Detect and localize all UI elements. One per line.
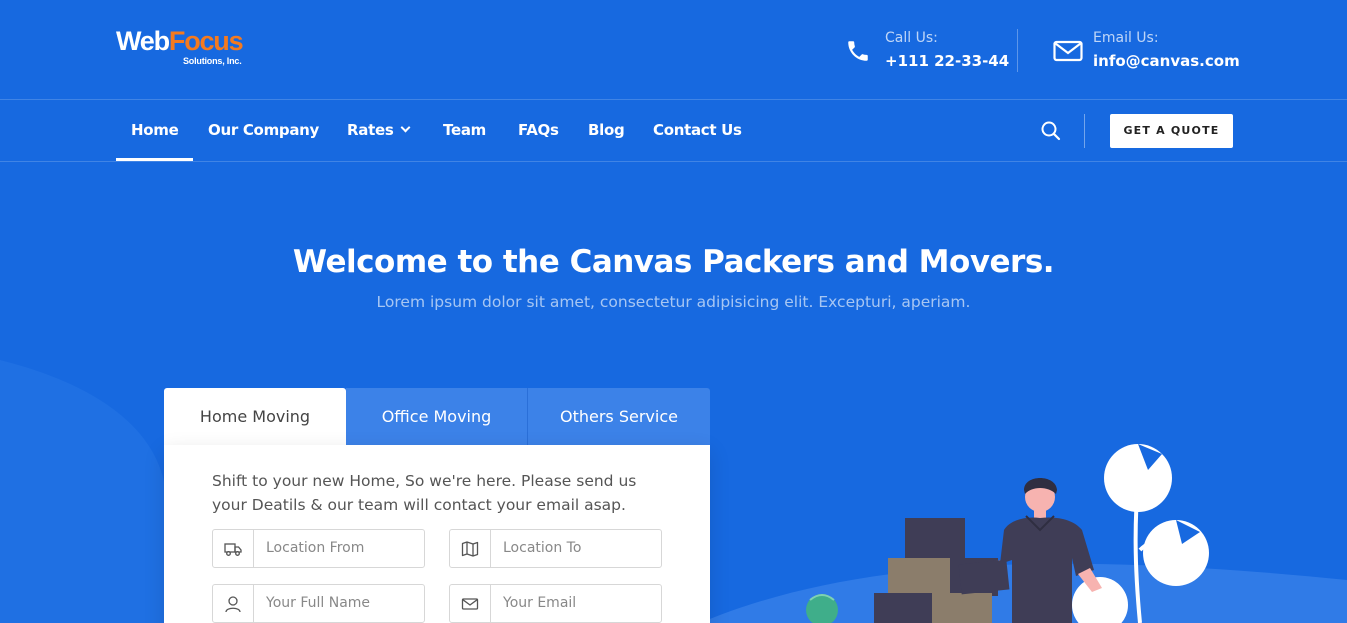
tab-others-service[interactable]: Others Service [528, 388, 710, 445]
logo-subtitle: Solutions, Inc. [183, 56, 242, 66]
phone-number[interactable]: +111 22-33-44 [885, 52, 1009, 70]
user-icon [213, 585, 254, 622]
truck-icon [213, 530, 254, 567]
header-divider [1017, 29, 1018, 72]
email-field[interactable]: Your Email [449, 584, 662, 623]
form-body: Shift to your new Home, So we're here. P… [164, 445, 710, 623]
chevron-down-icon [401, 122, 411, 133]
call-us-label: Call Us: [885, 30, 938, 46]
email-us-block[interactable]: Email Us: info@canvas.com [1053, 30, 1243, 74]
tab-office-moving[interactable]: Office Moving [346, 388, 528, 445]
logo[interactable]: WebFocus Solutions, Inc. [116, 26, 246, 70]
full-name-field[interactable]: Your Full Name [212, 584, 425, 623]
nav-item-home[interactable]: Home [115, 100, 195, 161]
mover-illustration [806, 444, 1209, 623]
location-to-placeholder: Location To [503, 540, 582, 556]
email-address[interactable]: info@canvas.com [1093, 52, 1240, 70]
nav-item-our-company[interactable]: Our Company [208, 100, 319, 161]
location-to-field[interactable]: Location To [449, 529, 662, 568]
hero-title: Welcome to the Canvas Packers and Movers… [292, 244, 1055, 280]
nav-item-faqs[interactable]: FAQs [518, 100, 559, 161]
call-us-block[interactable]: Call Us: +111 22-33-44 [845, 30, 1009, 74]
full-name-placeholder: Your Full Name [266, 595, 371, 611]
moving-form-card: Home Moving Office Moving Others Service… [164, 388, 710, 623]
logo-wordmark: WebFocus [116, 26, 246, 56]
top-header: WebFocus Solutions, Inc. Call Us: +111 2… [0, 0, 1347, 100]
form-intro-text: Shift to your new Home, So we're here. P… [212, 472, 637, 514]
nav-item-contact-us[interactable]: Contact Us [653, 100, 742, 161]
logo-part-focus: Focus [168, 26, 244, 56]
location-from-placeholder: Location From [266, 540, 365, 556]
phone-icon [845, 38, 873, 66]
main-nav: Home Our Company Rates Team FAQs Blog Co… [0, 100, 1347, 162]
mail-icon [450, 585, 491, 622]
nav-item-blog[interactable]: Blog [588, 100, 625, 161]
email-us-label: Email Us: [1093, 30, 1159, 46]
nav-item-team[interactable]: Team [443, 100, 486, 161]
nav-item-rates-label: Rates [347, 121, 394, 139]
map-icon [450, 530, 491, 567]
tab-home-moving[interactable]: Home Moving [164, 388, 346, 445]
nav-item-rates[interactable]: Rates [347, 100, 411, 161]
mail-icon [1053, 38, 1083, 66]
location-from-field[interactable]: Location From [212, 529, 425, 568]
hero-subtitle: Lorem ipsum dolor sit amet, consectetur … [376, 293, 971, 311]
logo-part-web: Web [116, 26, 170, 56]
nav-divider [1084, 114, 1085, 148]
get-a-quote-button[interactable]: GET A QUOTE [1110, 114, 1233, 148]
search-icon[interactable] [1040, 120, 1062, 142]
email-placeholder: Your Email [503, 595, 577, 611]
